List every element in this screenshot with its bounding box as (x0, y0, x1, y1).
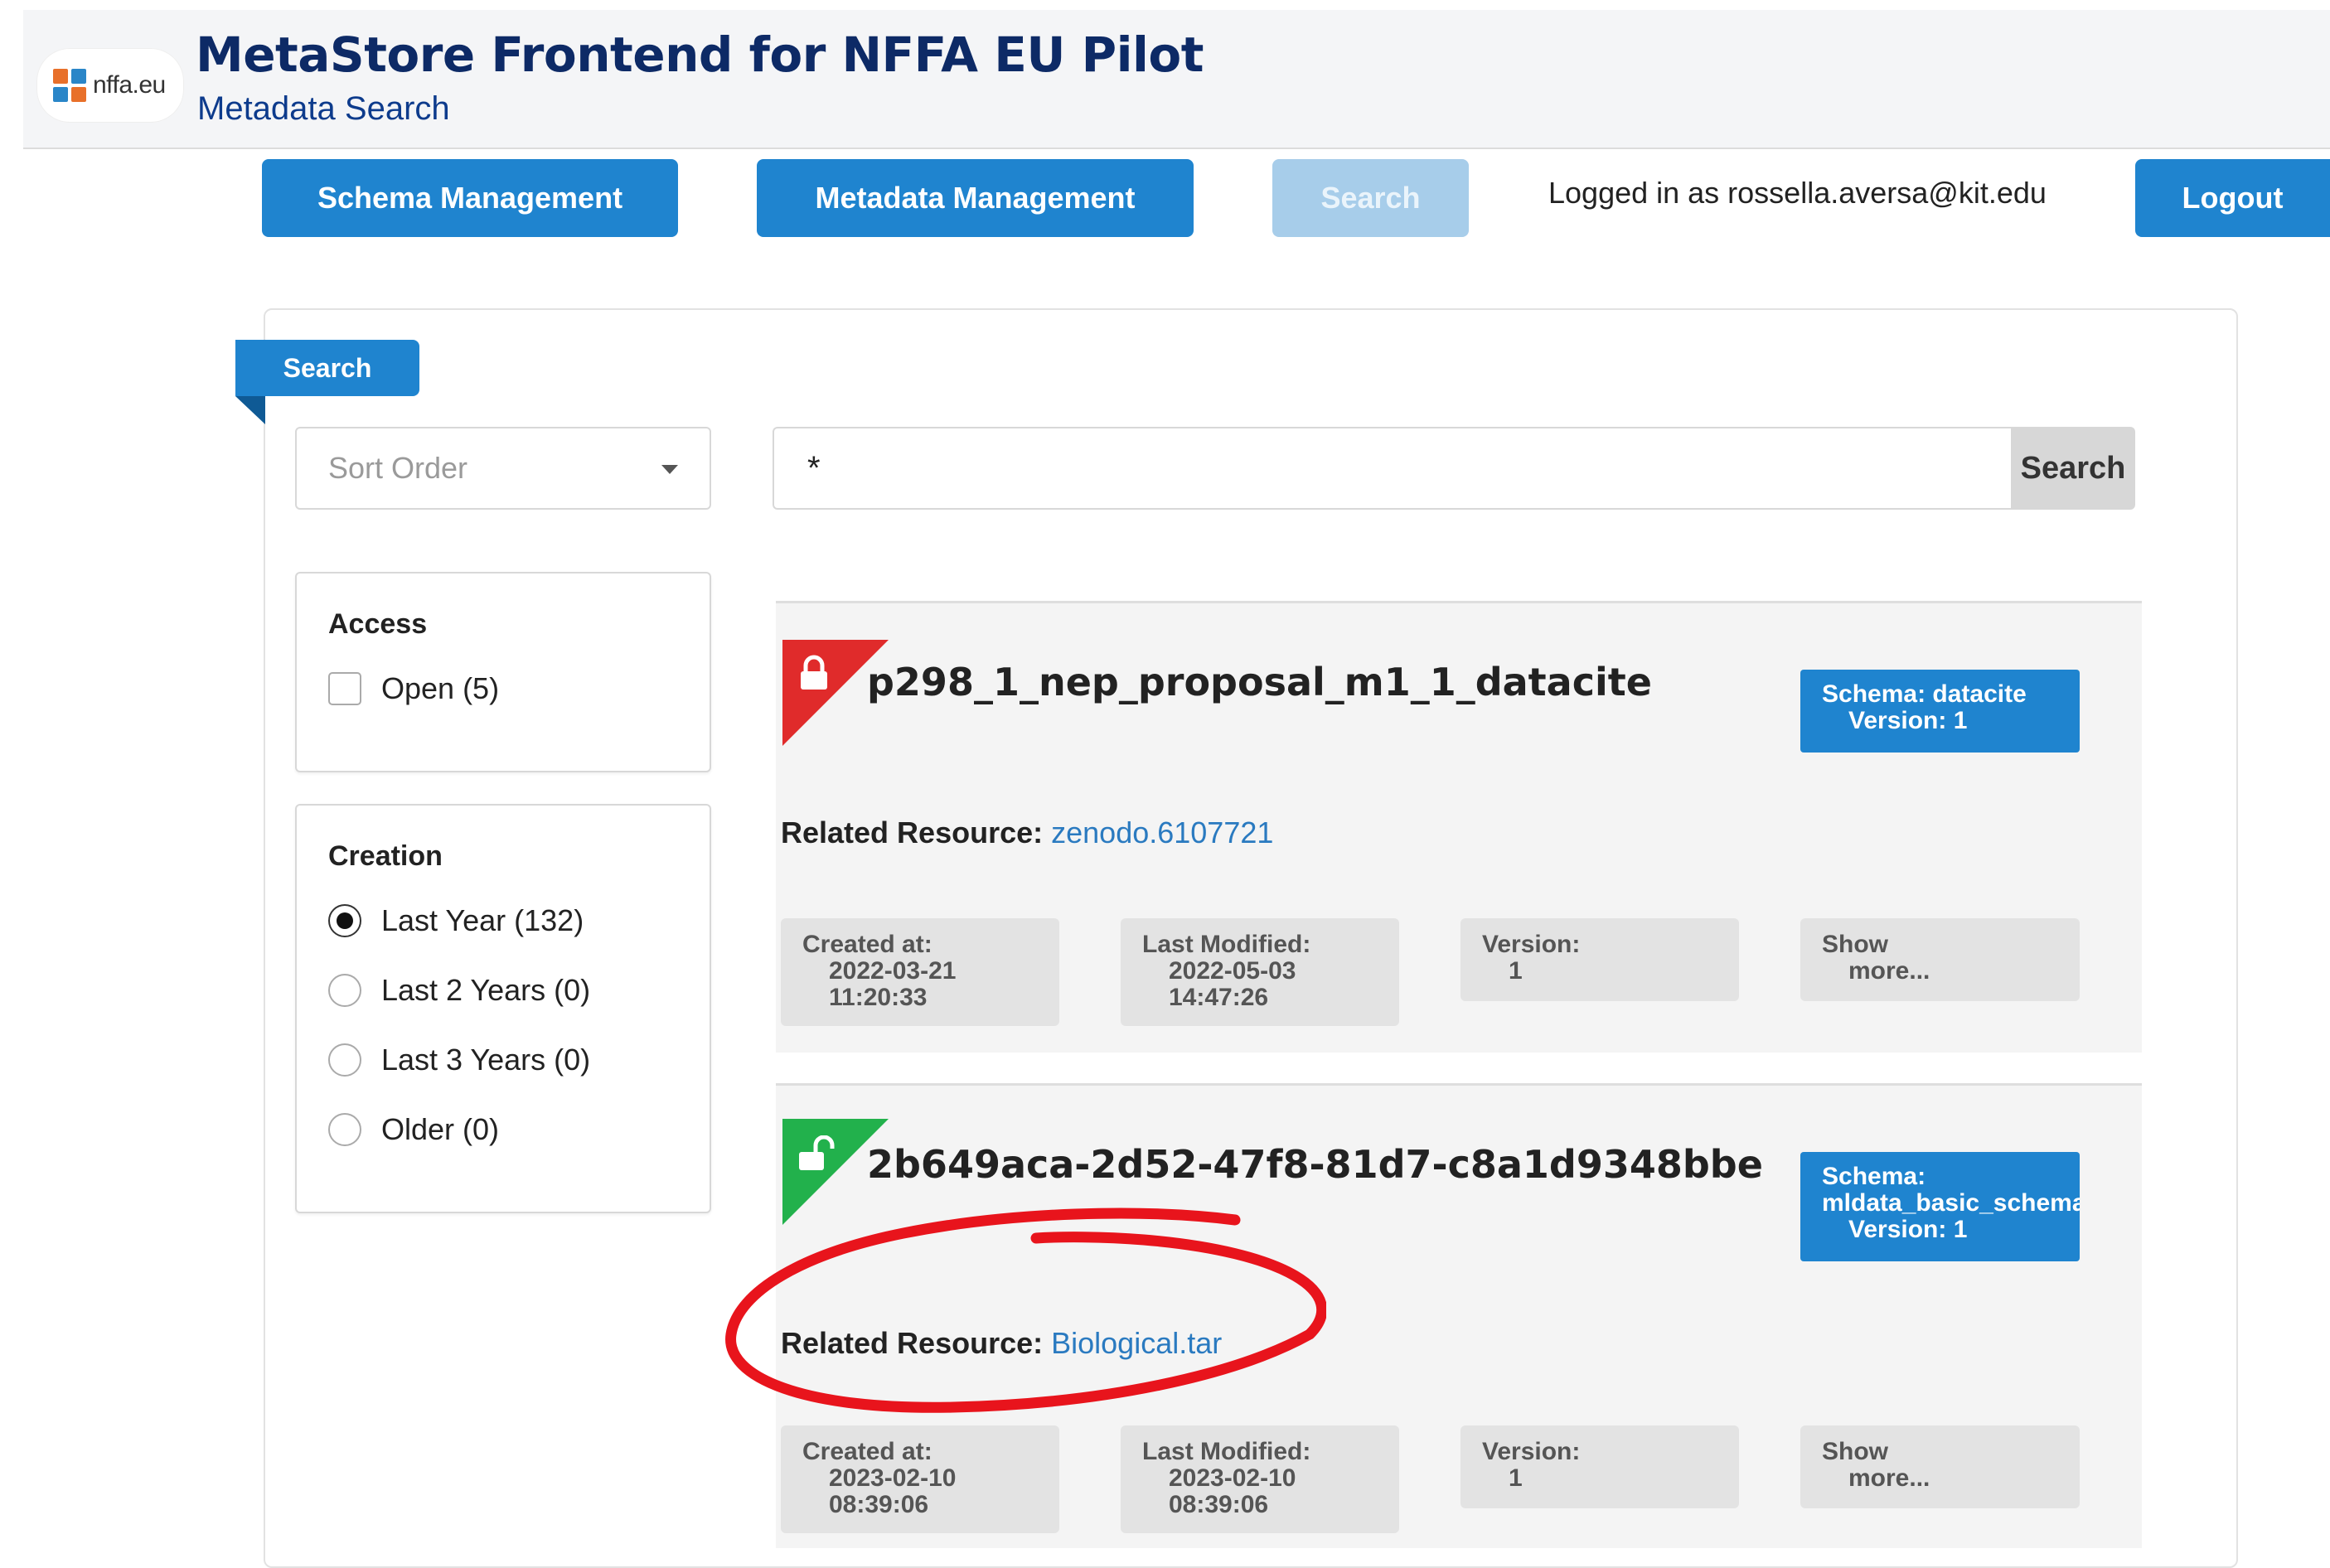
logout-button[interactable]: Logout (2135, 159, 2330, 237)
search-button[interactable]: Search (2011, 427, 2135, 510)
logo-text: nffa.eu (93, 71, 166, 99)
schema-badge[interactable]: Schema: datacite Version: 1 (1800, 670, 2080, 753)
modified-date: 2023-02-10 (1169, 1464, 1296, 1492)
modified-time: 14:47:26 (1169, 984, 1269, 1011)
version-label: Version: (1482, 931, 1581, 958)
facet-option-last-2-years[interactable]: Last 2 Years (0) (328, 973, 590, 1008)
last-modified-box: Last Modified: 2023-02-10 08:39:06 (1121, 1425, 1399, 1533)
red-circle-annotation (725, 1207, 1326, 1413)
show-label: Show (1822, 1438, 1888, 1465)
sort-order-select[interactable]: Sort Order (295, 427, 711, 510)
last-2-years-radio[interactable] (328, 974, 361, 1007)
modified-time: 08:39:06 (1169, 1491, 1269, 1518)
created-label: Created at: (802, 931, 932, 958)
facet-option-label: Last 2 Years (0) (381, 973, 591, 1007)
related-resource-label: Related Resource: (781, 815, 1044, 849)
sort-order-placeholder: Sort Order (328, 451, 468, 485)
modified-label: Last Modified: (1142, 931, 1311, 958)
created-time: 08:39:06 (829, 1491, 929, 1518)
created-label: Created at: (802, 1438, 932, 1465)
app-header: nffa.eu MetaStore Frontend for NFFA EU P… (23, 10, 2330, 149)
schema-management-button[interactable]: Schema Management (262, 159, 678, 237)
lock-icon (801, 655, 827, 690)
version-box: Version: 1 (1460, 1425, 1739, 1508)
version-box: Version: 1 (1460, 918, 1739, 1001)
logo-blocks-icon (53, 69, 86, 102)
facet-access: Access Open (5) (295, 572, 711, 772)
facet-option-open[interactable]: Open (5) (328, 671, 499, 706)
version-value: 1 (1509, 957, 1523, 985)
open-checkbox[interactable] (328, 672, 361, 705)
schema-label: Schema: (1822, 1163, 1926, 1190)
facet-option-label: Older (0) (381, 1112, 500, 1146)
chevron-down-icon (661, 465, 678, 474)
result-card: p298_1_nep_proposal_m1_1_datacite Schema… (776, 601, 2142, 1053)
search-input[interactable] (773, 427, 2013, 510)
tag-fold (235, 396, 265, 424)
facet-access-title: Access (328, 608, 428, 640)
version-label: Version: (1482, 1438, 1581, 1465)
logged-in-user: Logged in as rossella.aversa@kit.edu (1548, 176, 2047, 210)
created-time: 11:20:33 (829, 984, 928, 1011)
facet-option-label: Last 3 Years (0) (381, 1043, 591, 1077)
last-3-years-radio[interactable] (328, 1043, 361, 1077)
app-title: MetaStore Frontend for NFFA EU Pilot (196, 27, 1204, 83)
related-resource: Related Resource: zenodo.6107721 (781, 815, 1273, 850)
last-modified-box: Last Modified: 2022-05-03 14:47:26 (1121, 918, 1399, 1026)
more-label: more... (1848, 957, 1930, 985)
unlock-icon (799, 1135, 835, 1170)
modified-label: Last Modified: (1142, 1438, 1311, 1465)
facet-option-label: Open (5) (381, 671, 500, 705)
last-year-radio[interactable] (328, 904, 361, 937)
metadata-management-button[interactable]: Metadata Management (757, 159, 1194, 237)
search-panel-tag: Search (235, 340, 419, 396)
schema-version: Version: 1 (1848, 1216, 1968, 1243)
schema-version: Version: 1 (1848, 707, 1968, 734)
schema-name: Schema: datacite (1822, 680, 2027, 708)
version-value: 1 (1509, 1464, 1523, 1492)
facet-option-older[interactable]: Older (0) (328, 1112, 499, 1147)
created-date: 2022-03-21 (829, 957, 957, 985)
created-at-box: Created at: 2023-02-10 08:39:06 (781, 1425, 1059, 1533)
created-date: 2023-02-10 (829, 1464, 957, 1492)
more-label: more... (1848, 1464, 1930, 1492)
facet-option-label: Last Year (132) (381, 903, 584, 937)
facet-creation: Creation Last Year (132) Last 2 Years (0… (295, 804, 711, 1213)
schema-badge[interactable]: Schema: mldata_basic_schema Version: 1 (1800, 1152, 2080, 1261)
schema-name: mldata_basic_schema (1822, 1189, 2080, 1217)
modified-date: 2022-05-03 (1169, 957, 1296, 985)
page-subtitle: Metadata Search (197, 90, 450, 127)
facet-option-last-year[interactable]: Last Year (132) (328, 903, 584, 938)
nav-search-button[interactable]: Search (1272, 159, 1469, 237)
record-title[interactable]: 2b649aca-2d52-47f8-81d7-c8a1d9348bbe (867, 1142, 1763, 1187)
created-at-box: Created at: 2022-03-21 11:20:33 (781, 918, 1059, 1026)
show-more-button[interactable]: Show more... (1800, 918, 2080, 1001)
record-title[interactable]: p298_1_nep_proposal_m1_1_datacite (867, 660, 1652, 704)
older-radio[interactable] (328, 1113, 361, 1146)
related-resource-link[interactable]: zenodo.6107721 (1051, 815, 1273, 849)
nffa-logo: nffa.eu (36, 48, 184, 123)
facet-creation-title: Creation (328, 840, 443, 872)
show-more-button[interactable]: Show more... (1800, 1425, 2080, 1508)
facet-option-last-3-years[interactable]: Last 3 Years (0) (328, 1043, 590, 1077)
show-label: Show (1822, 931, 1888, 958)
